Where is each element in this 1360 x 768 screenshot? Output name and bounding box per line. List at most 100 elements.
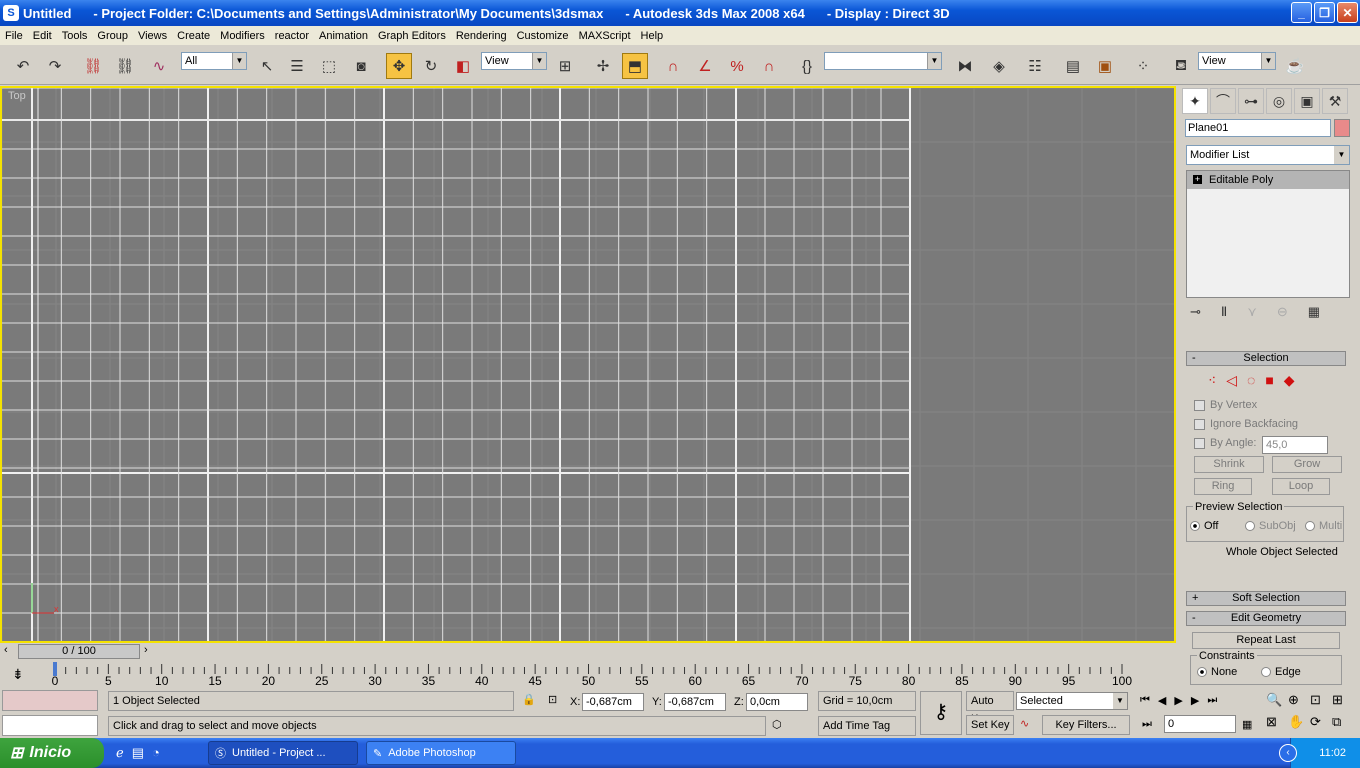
soft-selection-rollout-header[interactable]: + Soft Selection	[1186, 591, 1346, 606]
modify-tab-icon[interactable]: ⌒	[1210, 88, 1236, 114]
object-name-field[interactable]: Plane01	[1185, 119, 1331, 137]
arc-rotate-icon[interactable]: ⟳	[1310, 714, 1332, 730]
snaps-toggle-icon[interactable]: ∩	[660, 53, 686, 79]
repeat-last-button[interactable]: Repeat Last	[1192, 632, 1340, 649]
current-frame-marker[interactable]	[53, 662, 57, 676]
close-button[interactable]: ✕	[1337, 2, 1358, 23]
viewport-label[interactable]: Top	[8, 90, 26, 102]
angle-spinner[interactable]: 45,0	[1262, 436, 1328, 454]
curve-icon[interactable]: ∿	[1020, 717, 1029, 730]
menu-views[interactable]: Views	[133, 30, 172, 42]
configure-modifier-sets-icon[interactable]: ▦	[1308, 304, 1320, 320]
edit-geometry-rollout-header[interactable]: - Edit Geometry	[1186, 611, 1346, 626]
menu-group[interactable]: Group	[92, 30, 133, 42]
align-icon[interactable]: ◈	[986, 53, 1012, 79]
create-tab-icon[interactable]: ✦	[1182, 88, 1208, 114]
minimize-button[interactable]: _	[1291, 2, 1312, 23]
motion-tab-icon[interactable]: ◎	[1266, 88, 1292, 114]
modifier-stack[interactable]: + Editable Poly	[1186, 170, 1350, 298]
border-subobject-icon[interactable]: ◌	[1247, 372, 1255, 389]
menu-file[interactable]: File	[0, 30, 28, 42]
angle-snap-icon[interactable]: ∠	[692, 53, 718, 79]
menu-animation[interactable]: Animation	[314, 30, 373, 42]
select-and-move-icon[interactable]: ✥	[386, 53, 412, 79]
select-object-icon[interactable]: ↖	[254, 53, 280, 79]
y-coordinate-field[interactable]: -0,687cm	[664, 693, 726, 711]
modifier-list-dropdown[interactable]: Modifier List ▼	[1186, 145, 1350, 165]
time-slider-left-icon[interactable]: ‹	[4, 644, 8, 656]
x-coordinate-field[interactable]: -0,687cm	[582, 693, 644, 711]
start-button[interactable]: ⊞ Inicio	[0, 738, 104, 768]
pin-stack-icon[interactable]: ⊸	[1190, 304, 1201, 320]
select-and-scale-icon[interactable]: ◧	[450, 53, 476, 79]
quick-launch-ie-icon[interactable]: ℯ	[116, 745, 124, 761]
top-viewport[interactable]: x Top	[0, 86, 1176, 643]
bind-space-warp-icon[interactable]: ∿	[146, 53, 172, 79]
select-by-name-icon[interactable]: ☰	[284, 53, 310, 79]
layer-manager-icon[interactable]: ☷	[1022, 53, 1048, 79]
named-selection-set-dropdown[interactable]: ▼	[824, 52, 942, 70]
tray-expand-icon[interactable]: ‹	[1279, 744, 1297, 762]
ignore-backfacing-checkbox[interactable]: Ignore Backfacing	[1194, 418, 1298, 430]
shrink-button[interactable]: Shrink	[1194, 456, 1264, 473]
add-time-tag-button[interactable]: Add Time Tag	[818, 716, 916, 736]
show-end-result-icon[interactable]: Ⅱ	[1221, 304, 1227, 320]
unlink-icon[interactable]: ⛓	[112, 53, 138, 79]
pivot-center-icon[interactable]: ⊞	[552, 53, 578, 79]
preview-off-radio[interactable]: Off	[1190, 520, 1218, 532]
constraint-none-radio[interactable]: None	[1197, 666, 1237, 678]
maxscript-input-mini[interactable]	[2, 715, 98, 736]
menu-rendering[interactable]: Rendering	[451, 30, 512, 42]
previous-frame-icon[interactable]: ◀	[1158, 694, 1166, 707]
time-configuration-icon[interactable]: ▦	[1242, 718, 1252, 731]
render-scene-icon[interactable]: ⛾	[1168, 53, 1194, 79]
rectangular-selection-icon[interactable]: ⬚	[316, 53, 342, 79]
by-vertex-checkbox[interactable]: By Vertex	[1194, 399, 1257, 411]
menu-help[interactable]: Help	[636, 30, 669, 42]
maximize-button[interactable]: ❐	[1314, 2, 1335, 23]
time-slider-right-icon[interactable]: ›	[144, 644, 148, 656]
key-mode-toggle-icon[interactable]: ⏭	[1142, 718, 1152, 731]
set-key-button[interactable]: Set Key	[966, 715, 1014, 735]
undo-icon[interactable]: ↶	[10, 53, 36, 79]
display-tab-icon[interactable]: ▣	[1294, 88, 1320, 114]
maximize-viewport-icon[interactable]: ⧉	[1332, 714, 1354, 730]
ring-button[interactable]: Ring	[1194, 478, 1252, 495]
render-view-dropdown[interactable]: View ▼	[1198, 52, 1276, 70]
polygon-subobject-icon[interactable]: ■	[1265, 372, 1273, 389]
pan-hand-icon[interactable]: ✋	[1288, 714, 1310, 730]
auto-key-button[interactable]: Auto Key	[966, 691, 1014, 725]
zoom-icon[interactable]: 🔍	[1266, 692, 1288, 708]
grow-button[interactable]: Grow	[1272, 456, 1342, 473]
maxscript-listener-mini[interactable]	[2, 690, 98, 711]
selection-filter-dropdown[interactable]: All ▼	[181, 52, 247, 70]
selection-rollout-header[interactable]: - Selection	[1186, 351, 1346, 366]
task-3dsmax[interactable]: Ⓢ Untitled - Project ...	[208, 741, 358, 765]
utilities-tab-icon[interactable]: ⚒	[1322, 88, 1348, 114]
mirror-icon[interactable]: ⧓	[952, 53, 978, 79]
expand-icon[interactable]: +	[1193, 175, 1202, 184]
selection-lock-icon[interactable]: 🔒	[522, 693, 536, 706]
track-bar[interactable]: ⇟ 0 5 10 15 20 25 30 35 40 45 50 55 60 65 70 75 80 85 90 95…	[0, 660, 1176, 688]
key-filters-button[interactable]: Key Filters...	[1042, 715, 1130, 735]
object-color-swatch[interactable]	[1334, 119, 1350, 137]
task-photoshop[interactable]: ✎ Adobe Photoshop	[366, 741, 516, 765]
go-to-start-icon[interactable]: ⏮	[1140, 694, 1150, 707]
vertex-subobject-icon[interactable]: ⁖	[1208, 372, 1216, 389]
zoom-extents-icon[interactable]: ⊡	[1310, 692, 1332, 708]
zoom-extents-all-icon[interactable]: ⊞	[1332, 692, 1354, 708]
current-frame-field[interactable]: 0	[1164, 715, 1236, 733]
select-link-icon[interactable]: ⛓	[80, 53, 106, 79]
edit-named-selection-icon[interactable]: {}	[794, 53, 820, 79]
select-manipulate-icon[interactable]: ✢	[590, 53, 616, 79]
zoom-all-icon[interactable]: ⊕	[1288, 692, 1310, 708]
schematic-view-icon[interactable]: ▣	[1092, 53, 1118, 79]
constraint-edge-radio[interactable]: Edge	[1261, 666, 1301, 678]
time-config-icon[interactable]: ⬡	[772, 718, 782, 731]
key-mode-dropdown[interactable]: Selected ▼	[1016, 692, 1128, 710]
set-key-mode-key-icon[interactable]: ⚷	[920, 691, 962, 735]
menu-graph-editors[interactable]: Graph Editors	[373, 30, 451, 42]
z-coordinate-field[interactable]: 0,0cm	[746, 693, 808, 711]
next-frame-icon[interactable]: ▶	[1191, 694, 1199, 707]
reference-coordinate-dropdown[interactable]: View ▼	[481, 52, 547, 70]
